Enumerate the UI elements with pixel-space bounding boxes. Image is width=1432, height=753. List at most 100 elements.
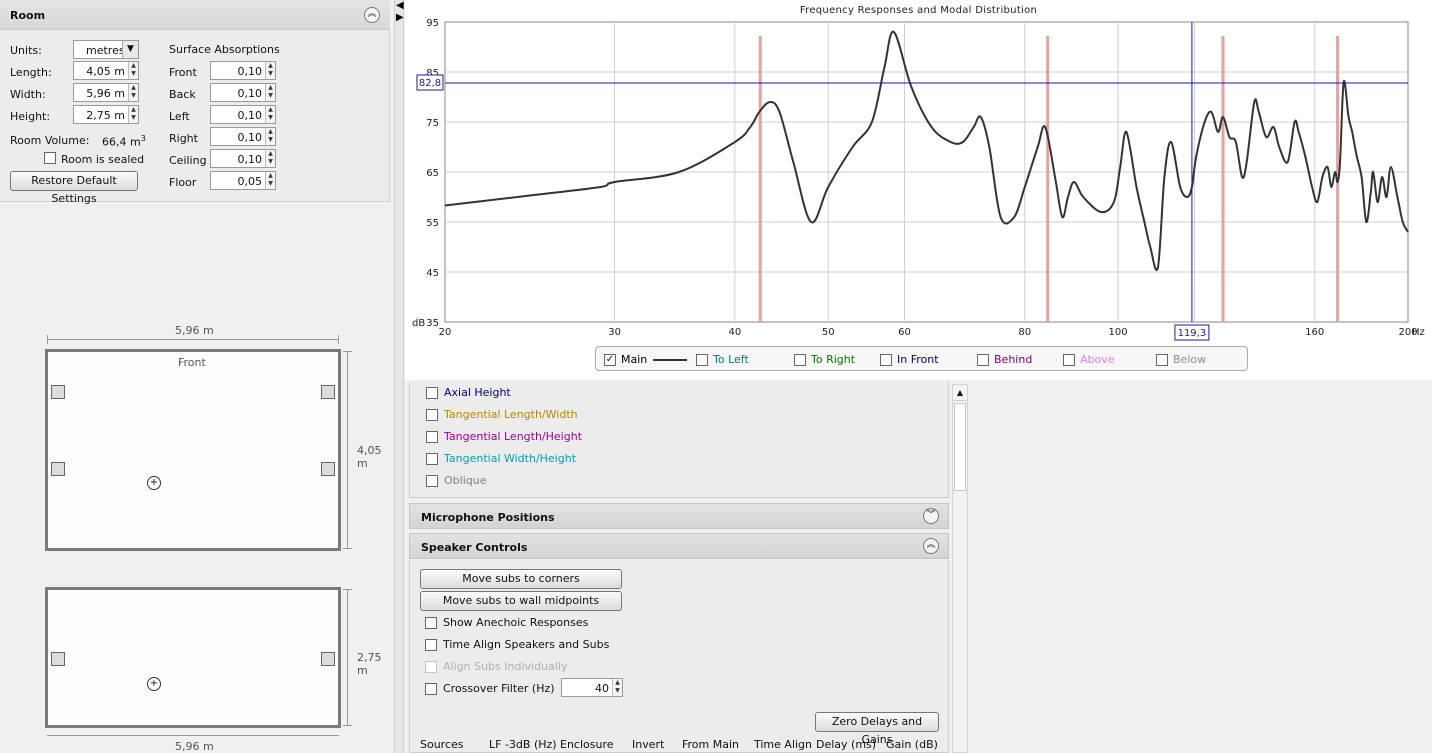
mode-tangential-length-height[interactable]: Tangential Length/Height xyxy=(426,430,582,443)
show-anechoic-checkbox[interactable] xyxy=(425,617,437,629)
spinner-arrows-icon[interactable]: ▲ ▼ xyxy=(128,106,138,123)
side-width-dimension-line xyxy=(47,735,339,736)
legend-item-main[interactable]: ✓ Main xyxy=(604,353,688,366)
mode-tangential-width-height[interactable]: Tangential Width/Height xyxy=(426,452,576,465)
mode-checkbox[interactable] xyxy=(426,409,438,421)
column-enclosure: Enclosure xyxy=(560,738,614,751)
spinner-arrows-icon[interactable]: ▲ ▼ xyxy=(265,84,275,101)
room-panel-header[interactable]: Room ︽ xyxy=(0,0,390,30)
length-input[interactable]: 4,05 m ▲ ▼ xyxy=(73,61,139,80)
height-label: Height: xyxy=(10,110,51,123)
side-elevation-view[interactable]: + xyxy=(45,587,341,728)
legend-item-behind[interactable]: Behind xyxy=(977,353,1032,366)
move-subs-corners-button[interactable]: Move subs to corners xyxy=(420,569,622,589)
absorption-ceiling-input[interactable]: 0,10 ▲ ▼ xyxy=(210,149,276,168)
absorption-ceiling-value: 0,10 xyxy=(237,153,263,166)
legend-label: Behind xyxy=(994,353,1033,366)
mode-checkbox[interactable] xyxy=(426,387,438,399)
legend-item-to-right[interactable]: To Right xyxy=(794,353,855,366)
top-plan-view[interactable]: Front + xyxy=(45,349,341,551)
expand-down-icon[interactable]: ︾ xyxy=(923,508,939,524)
spinner-arrows-icon[interactable]: ▲ ▼ xyxy=(265,62,275,79)
speaker-mid-right[interactable] xyxy=(321,462,335,476)
x-axis-unit: Hz xyxy=(1412,327,1425,338)
absorption-floor-value: 0,05 xyxy=(237,175,263,188)
legend-checkbox[interactable] xyxy=(880,354,892,366)
scroll-up-icon[interactable]: ▲ xyxy=(953,385,967,401)
crossover-option[interactable]: Crossover Filter (Hz) xyxy=(425,682,555,695)
legend-item-below[interactable]: Below xyxy=(1156,353,1206,366)
absorption-floor-input[interactable]: 0,05 ▲ ▼ xyxy=(210,171,276,190)
panel-splitter[interactable]: ◀ ▶ xyxy=(394,0,404,753)
spinner-arrows-icon[interactable]: ▲ ▼ xyxy=(128,62,138,79)
spinner-arrows-icon[interactable]: ▲ ▼ xyxy=(265,106,275,123)
mode-checkbox[interactable] xyxy=(426,475,438,487)
legend-checkbox[interactable] xyxy=(696,354,708,366)
microphone-icon[interactable]: + xyxy=(147,677,161,691)
column-sources: Sources xyxy=(420,738,464,751)
time-align-option[interactable]: Time Align Speakers and Subs xyxy=(425,638,609,651)
legend-label: Above xyxy=(1080,353,1115,366)
legend-checkbox[interactable]: ✓ xyxy=(604,354,616,366)
legend-checkbox[interactable] xyxy=(1156,354,1168,366)
absorption-right-input[interactable]: 0,10 ▲ ▼ xyxy=(210,127,276,146)
crossover-input[interactable]: 40 ▲ ▼ xyxy=(561,678,623,697)
legend-item-in-front[interactable]: In Front xyxy=(880,353,939,366)
speaker-mid-left[interactable] xyxy=(51,462,65,476)
y-axis-unit: dB xyxy=(412,318,425,329)
legend-item-to-left[interactable]: To Left xyxy=(696,353,749,366)
absorption-front-value: 0,10 xyxy=(237,65,263,78)
units-select[interactable]: metres ▼ xyxy=(73,40,139,59)
restore-defaults-button[interactable]: Restore Default Settings xyxy=(10,171,138,205)
mode-tangential-length-width[interactable]: Tangential Length/Width xyxy=(426,408,578,421)
legend-checkbox[interactable] xyxy=(977,354,989,366)
spinner-arrows-icon[interactable]: ▲ ▼ xyxy=(265,150,275,167)
room-sealed-checkbox[interactable] xyxy=(44,152,56,164)
collapse-left-icon[interactable]: ◀ xyxy=(396,0,404,11)
speaker-side-left[interactable] xyxy=(51,652,65,666)
dropdown-arrow-icon[interactable]: ▼ xyxy=(122,41,138,58)
align-subs-checkbox xyxy=(425,661,437,673)
zero-delays-gains-button[interactable]: Zero Delays and Gains xyxy=(815,712,939,746)
height-input[interactable]: 2,75 m ▲ ▼ xyxy=(73,105,139,124)
mode-checkbox[interactable] xyxy=(426,453,438,465)
absorption-back-input[interactable]: 0,10 ▲ ▼ xyxy=(210,83,276,102)
collapse-up-icon[interactable]: ︽ xyxy=(364,7,380,23)
mode-oblique[interactable]: Oblique xyxy=(426,474,486,487)
mode-checkbox[interactable] xyxy=(426,431,438,443)
legend-item-above[interactable]: Above xyxy=(1063,353,1115,366)
room-panel: Room ︽ Units: metres ▼ Length: 4,05 m ▲ ▼… xyxy=(0,0,390,205)
move-subs-midpoints-button[interactable]: Move subs to wall midpoints xyxy=(420,591,622,611)
spinner-arrows-icon[interactable]: ▲ ▼ xyxy=(265,128,275,145)
cursor-x-label: 119,3 xyxy=(1178,328,1207,339)
speaker-controls-header[interactable]: Speaker Controls ︽ xyxy=(409,533,949,559)
vertical-scrollbar[interactable]: ▲ xyxy=(952,384,968,753)
mode-axial-height[interactable]: Axial Height xyxy=(426,386,511,399)
speaker-side-right[interactable] xyxy=(321,652,335,666)
crossover-checkbox[interactable] xyxy=(425,683,437,695)
width-input[interactable]: 5,96 m ▲ ▼ xyxy=(73,83,139,102)
speaker-front-left[interactable] xyxy=(51,385,65,399)
spinner-arrows-icon[interactable]: ▲ ▼ xyxy=(128,84,138,101)
absorption-left-input[interactable]: 0,10 ▲ ▼ xyxy=(210,105,276,124)
align-subs-label: Align Subs Individually xyxy=(443,660,568,673)
chart-plot[interactable]: 203040506080100120160200Hz95857565554535… xyxy=(405,0,1432,345)
microphone-positions-header[interactable]: Microphone Positions ︾ xyxy=(409,503,949,529)
spinner-arrows-icon[interactable]: ▲ ▼ xyxy=(265,172,275,189)
speaker-controls-title: Speaker Controls xyxy=(421,541,528,554)
show-anechoic-option[interactable]: Show Anechoic Responses xyxy=(425,616,588,629)
legend-checkbox[interactable] xyxy=(1063,354,1075,366)
frequency-response-chart[interactable]: Frequency Responses and Modal Distributi… xyxy=(405,0,1432,380)
scrollbar-thumb[interactable] xyxy=(954,403,966,491)
expand-right-icon[interactable]: ▶ xyxy=(396,12,404,23)
side-height-label: 2,75 m xyxy=(357,651,382,677)
x-tick-label: 20 xyxy=(439,327,452,338)
collapse-up-icon[interactable]: ︽ xyxy=(923,538,939,554)
legend-checkbox[interactable] xyxy=(794,354,806,366)
column-from-main: From Main xyxy=(682,738,740,751)
spinner-arrows-icon[interactable]: ▲ ▼ xyxy=(612,679,622,696)
time-align-checkbox[interactable] xyxy=(425,639,437,651)
speaker-front-right[interactable] xyxy=(321,385,335,399)
absorption-front-input[interactable]: 0,10 ▲ ▼ xyxy=(210,61,276,80)
microphone-icon[interactable]: + xyxy=(147,476,161,490)
